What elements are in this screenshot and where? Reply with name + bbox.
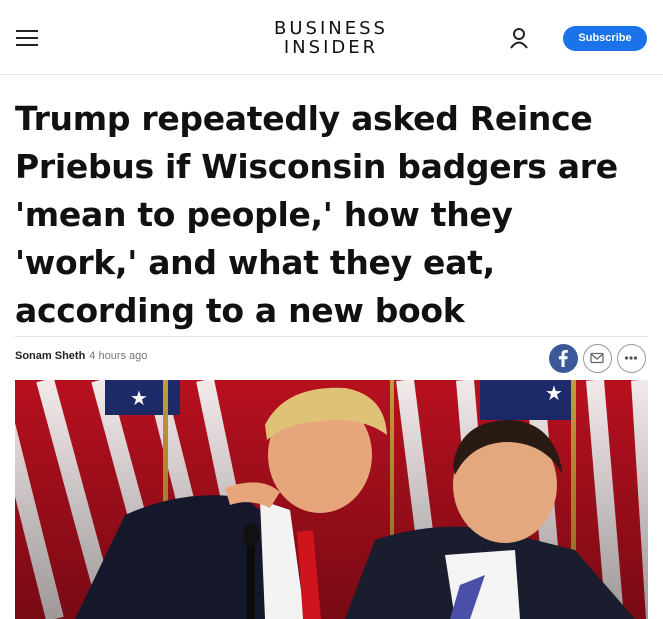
logo-line-business: BUSINESS (274, 18, 388, 39)
article-headline: Trump repeatedly asked Reince Priebus if… (15, 99, 618, 330)
hero-photo-illustration: ★ ★ (15, 380, 648, 619)
subscribe-button[interactable]: Subscribe (563, 26, 647, 51)
email-icon (590, 352, 604, 364)
logo-line-insider: INSIDER (283, 37, 379, 58)
share-more-button[interactable] (617, 344, 646, 373)
share-email-button[interactable] (583, 344, 612, 373)
byline: Sonam Sheth 4 hours ago (15, 350, 147, 366)
publish-timestamp: 4 hours ago (89, 350, 148, 362)
hamburger-menu-icon[interactable] (16, 27, 40, 47)
share-facebook-button[interactable] (549, 344, 578, 373)
user-account-icon[interactable] (508, 26, 530, 50)
hero-photo: ★ ★ (15, 380, 648, 619)
site-logo[interactable]: BUSINESS INSIDER (231, 19, 431, 57)
facebook-icon (558, 350, 568, 367)
top-navigation-bar: BUSINESS INSIDER Subscribe (0, 0, 663, 75)
author-link[interactable]: Sonam Sheth (15, 350, 85, 362)
headline-divider (15, 336, 648, 337)
more-options-icon (624, 356, 638, 360)
